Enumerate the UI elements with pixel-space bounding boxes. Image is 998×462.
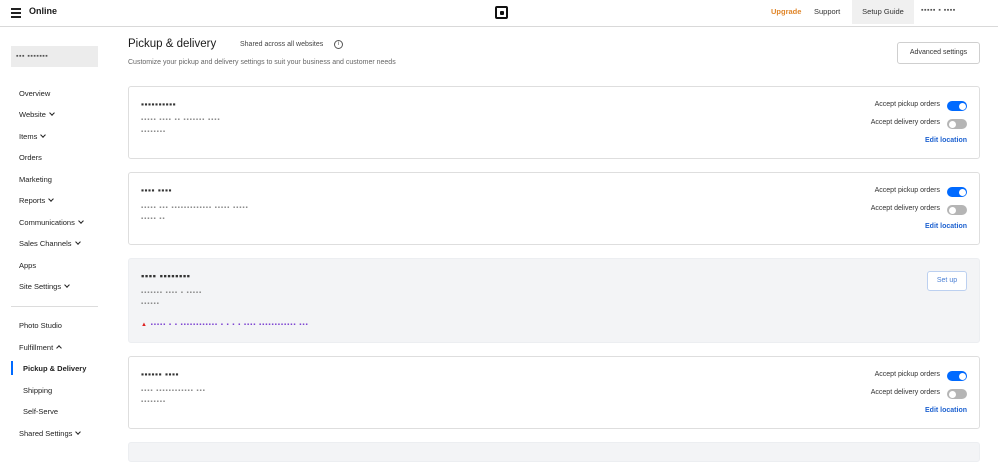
sidebar-item-communications[interactable]: Communications: [19, 218, 84, 227]
sidebar-item-label: Shared Settings: [19, 429, 73, 438]
set-up-button[interactable]: Set up: [927, 271, 967, 291]
top-bar: Online Upgrade Support Setup Guide ▪▪▪▪▪…: [0, 0, 998, 27]
chevron-down-icon: [48, 196, 55, 202]
delivery-toggle-label: Accept delivery orders: [870, 119, 940, 126]
sidebar-item-label: Self-Serve: [23, 407, 59, 416]
sidebar-item-label: Orders: [19, 153, 42, 162]
setup-guide-button[interactable]: Setup Guide: [852, 0, 914, 24]
edit-location-link[interactable]: Edit location: [925, 223, 967, 230]
chevron-down-icon: [40, 132, 47, 138]
location-name: ▪▪▪▪ ▪▪▪▪▪▪▪▪: [141, 271, 191, 282]
sidebar-item-label: Fulfillment: [19, 343, 54, 352]
sidebar-item-label: Website: [19, 110, 46, 119]
page-subtitle: Customize your pickup and delivery setti…: [128, 59, 396, 66]
location-details: ▪▪▪▪▪▪▪▪: [141, 129, 167, 135]
edit-location-link[interactable]: Edit location: [925, 407, 967, 414]
location-address: ▪▪▪▪▪ ▪▪▪▪ ▪▪ ▪▪▪▪▪▪▪ ▪▪▪▪: [141, 117, 221, 123]
chevron-down-icon: [78, 218, 84, 224]
delivery-toggle[interactable]: [947, 119, 967, 129]
sidebar-item-label: Photo Studio: [19, 321, 62, 330]
pickup-toggle-label: Accept pickup orders: [874, 101, 940, 108]
brand-label: Online: [29, 6, 58, 16]
menu-icon[interactable]: [11, 8, 21, 18]
sidebar-item-label: Apps: [19, 261, 37, 270]
sidebar-item-items[interactable]: Items: [19, 132, 47, 141]
sidebar-item-label: Site Settings: [19, 282, 62, 291]
location-details: ▪▪▪▪▪▪▪▪: [141, 399, 167, 405]
sidebar-item-label: Reports: [19, 196, 46, 205]
sidebar-item-sales-channels[interactable]: Sales Channels: [19, 239, 81, 248]
site-selector[interactable]: ▪▪▪ ▪▪▪▪▪▪▪: [11, 46, 98, 67]
sidebar-item-fulfillment[interactable]: Fulfillment: [19, 343, 63, 352]
info-icon[interactable]: i: [334, 40, 343, 49]
sidebar-item-label: Shipping: [23, 386, 53, 395]
advanced-settings-button[interactable]: Advanced settings: [897, 42, 980, 64]
location-details: ▪▪▪▪▪▪: [141, 301, 160, 307]
chevron-down-icon: [75, 429, 82, 435]
sidebar-divider: [11, 306, 98, 307]
edit-location-link[interactable]: Edit location: [925, 137, 967, 144]
delivery-toggle-label: Accept delivery orders: [870, 389, 940, 396]
pickup-toggle-label: Accept pickup orders: [874, 371, 940, 378]
shared-note: Shared across all websites: [240, 41, 324, 48]
sidebar-item-label: Communications: [19, 218, 75, 227]
chevron-down-icon: [74, 239, 81, 245]
location-card: ▪▪▪▪ ▪▪▪▪ ▪▪▪▪▪ ▪▪▪ ▪▪▪▪▪▪▪▪▪▪▪▪▪ ▪▪▪▪▪ …: [128, 172, 980, 245]
account-menu[interactable]: ▪▪▪▪▪ ▪ ▪▪▪▪: [921, 7, 956, 14]
square-logo-icon[interactable]: [495, 6, 508, 19]
delivery-toggle[interactable]: [947, 389, 967, 399]
location-address: ▪▪▪▪▪▪▪ ▪▪▪▪ ▪ ▪▪▪▪▪: [141, 290, 203, 296]
warning-text: ▪▪▪▪▪ ▪ ▪ ▪▪▪▪▪▪▪▪▪▪▪▪ ▪ ▪ ▪ ▪ ▪▪▪▪ ▪▪▪▪…: [150, 322, 309, 328]
sidebar-item-apps[interactable]: Apps: [19, 261, 36, 270]
sidebar-item-label: Overview: [19, 89, 51, 98]
sidebar-item-shared-settings[interactable]: Shared Settings: [19, 429, 82, 438]
location-warning: ▲ ▪▪▪▪▪ ▪ ▪ ▪▪▪▪▪▪▪▪▪▪▪▪ ▪ ▪ ▪ ▪ ▪▪▪▪ ▪▪…: [141, 322, 309, 328]
warning-icon: ▲: [141, 322, 151, 328]
sidebar-item-shipping[interactable]: Shipping: [23, 386, 52, 395]
sidebar-item-marketing[interactable]: Marketing: [19, 175, 52, 184]
location-details: ▪▪▪▪▪ ▪▪: [141, 216, 166, 222]
pickup-toggle[interactable]: [947, 371, 967, 381]
active-indicator: [11, 361, 13, 375]
sidebar-item-label: Marketing: [19, 175, 52, 184]
chevron-down-icon: [49, 110, 55, 116]
sidebar-item-label: Sales Channels: [19, 239, 72, 248]
location-address: ▪▪▪▪▪ ▪▪▪ ▪▪▪▪▪▪▪▪▪▪▪▪▪ ▪▪▪▪▪ ▪▪▪▪▪: [141, 205, 249, 211]
location-name: ▪▪▪▪ ▪▪▪▪: [141, 185, 172, 195]
chevron-down-icon: [64, 282, 70, 288]
delivery-toggle[interactable]: [947, 205, 967, 215]
location-card: ▪▪▪▪▪▪ ▪▪▪▪ ▪▪▪▪ ▪▪▪▪▪▪▪▪▪▪▪▪ ▪▪▪ ▪▪▪▪▪▪…: [128, 356, 980, 429]
sidebar-item-label: Items: [19, 132, 38, 141]
pickup-toggle[interactable]: [947, 187, 967, 197]
sidebar-item-site-settings[interactable]: Site Settings: [19, 282, 70, 291]
sidebar-item-self-serve[interactable]: Self-Serve: [23, 407, 58, 416]
location-name: ▪▪▪▪▪▪ ▪▪▪▪: [141, 369, 179, 379]
pickup-toggle-label: Accept pickup orders: [874, 187, 940, 194]
location-name: ▪▪▪▪▪▪▪▪▪▪: [141, 99, 177, 109]
location-card-partial: [128, 442, 980, 462]
location-card: ▪▪▪▪▪▪▪▪▪▪ ▪▪▪▪▪ ▪▪▪▪ ▪▪ ▪▪▪▪▪▪▪ ▪▪▪▪ ▪▪…: [128, 86, 980, 159]
location-card-unconfigured: ▪▪▪▪ ▪▪▪▪▪▪▪▪ ▪▪▪▪▪▪▪ ▪▪▪▪ ▪ ▪▪▪▪▪ ▪▪▪▪▪…: [128, 258, 980, 343]
sidebar-item-website[interactable]: Website: [19, 110, 55, 119]
support-link[interactable]: Support: [814, 7, 840, 16]
upgrade-link[interactable]: Upgrade: [771, 7, 801, 16]
sidebar-item-photo-studio[interactable]: Photo Studio: [19, 321, 62, 330]
sidebar-item-orders[interactable]: Orders: [19, 153, 42, 162]
location-address: ▪▪▪▪ ▪▪▪▪▪▪▪▪▪▪▪▪ ▪▪▪: [141, 388, 206, 394]
sidebar-item-pickup-delivery[interactable]: Pickup & Delivery: [23, 364, 86, 373]
sidebar: ▪▪▪ ▪▪▪▪▪▪▪ Overview Website Items Order…: [0, 28, 110, 452]
chevron-up-icon: [56, 345, 63, 351]
sidebar-item-reports[interactable]: Reports: [19, 196, 55, 205]
page-title: Pickup & delivery: [128, 38, 217, 50]
delivery-toggle-label: Accept delivery orders: [870, 205, 940, 212]
sidebar-item-overview[interactable]: Overview: [19, 89, 50, 98]
sidebar-item-label: Pickup & Delivery: [23, 364, 87, 373]
pickup-toggle[interactable]: [947, 101, 967, 111]
